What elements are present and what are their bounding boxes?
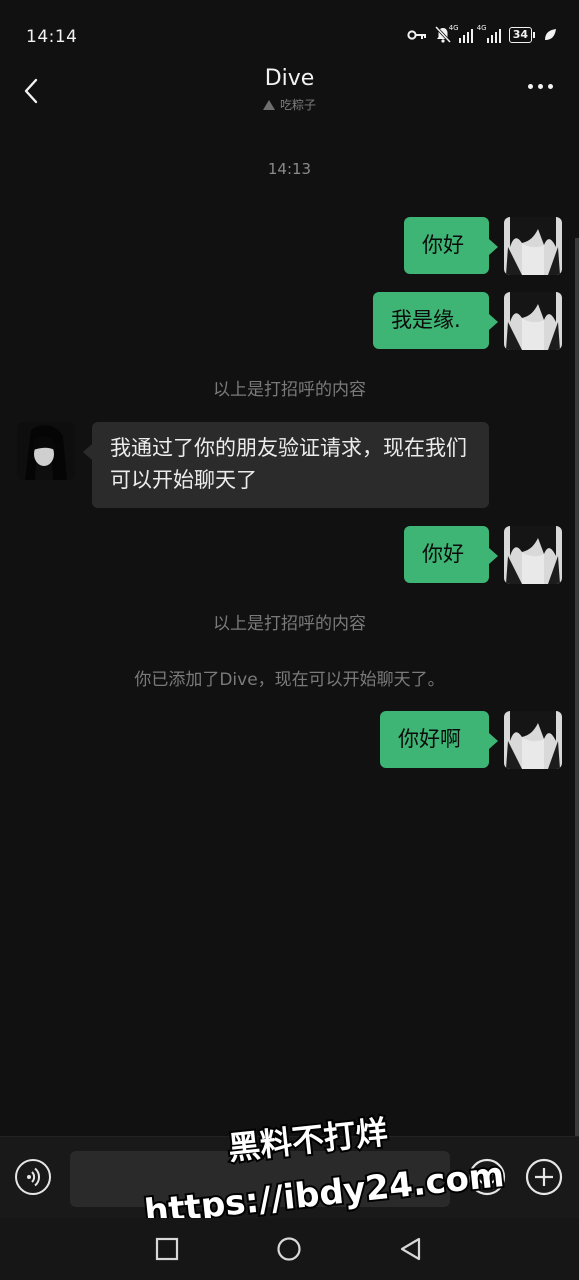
circle-icon (277, 1237, 301, 1261)
outgoing-message[interactable]: 你好 (404, 526, 498, 583)
chat-title: Dive (264, 66, 315, 91)
more-actions-button[interactable] (524, 1157, 564, 1197)
square-icon (155, 1237, 179, 1261)
status-bar: 14:14 4G 4G 34 (0, 0, 579, 70)
recent-apps-button[interactable] (154, 1236, 180, 1262)
voice-button[interactable] (15, 1159, 51, 1195)
system-notice: 以上是打招呼的内容 (213, 614, 366, 634)
battery-icon: 34 (508, 26, 535, 43)
message-input[interactable] (70, 1151, 450, 1207)
chat-subtitle-text: 吃粽子 (279, 98, 316, 112)
leaf-icon (545, 28, 556, 40)
status-icons: 4G 4G 34 (407, 24, 557, 43)
message-timestamp: 14:13 (267, 160, 312, 178)
system-notice: 你已添加了Dive，现在可以开始聊天了。 (134, 670, 445, 690)
emoji-button[interactable] (467, 1157, 507, 1197)
system-back-button[interactable] (398, 1236, 424, 1262)
outgoing-message[interactable]: 我是缘. (373, 292, 498, 349)
my-avatar[interactable] (504, 292, 562, 350)
signal-strength-icon-1: 4G (449, 24, 473, 43)
outgoing-message[interactable]: 你好啊 (380, 711, 498, 768)
key-icon (407, 29, 426, 40)
battery-level: 34 (508, 26, 532, 43)
status-triangle-icon (262, 100, 275, 110)
status-time: 14:14 (26, 27, 78, 47)
triangle-back-icon (400, 1237, 421, 1261)
voice-icon (27, 1167, 41, 1187)
my-avatar[interactable] (504, 711, 562, 769)
chat-subtitle: 吃粽子 (0, 96, 579, 113)
home-button[interactable] (276, 1236, 302, 1262)
emoji-icon (468, 1158, 506, 1196)
incoming-message[interactable]: 我通过了你的朋友验证请求，现在我们可以开始聊天了 (83, 422, 489, 508)
signal-strength-icon-2: 4G (477, 24, 501, 43)
system-notice: 以上是打招呼的内容 (213, 380, 366, 400)
input-bar (0, 1136, 579, 1219)
more-dots-icon (528, 84, 533, 89)
outgoing-message[interactable]: 你好 (404, 217, 498, 274)
signal-type-label: 4G (448, 23, 459, 32)
system-nav-bar (0, 1218, 579, 1280)
contact-avatar[interactable] (17, 422, 75, 480)
my-avatar[interactable] (504, 217, 562, 275)
chat-header: Dive 吃粽子 (0, 62, 579, 120)
signal-type-label: 4G (476, 23, 487, 32)
plus-icon (525, 1158, 563, 1196)
message-list[interactable]: 14:13 你好 我是缘. 以上是打招呼的内容 我通过了你的朋友验证请求，现在我… (0, 120, 579, 1135)
my-avatar[interactable] (504, 526, 562, 584)
more-options-button[interactable] (528, 84, 553, 89)
